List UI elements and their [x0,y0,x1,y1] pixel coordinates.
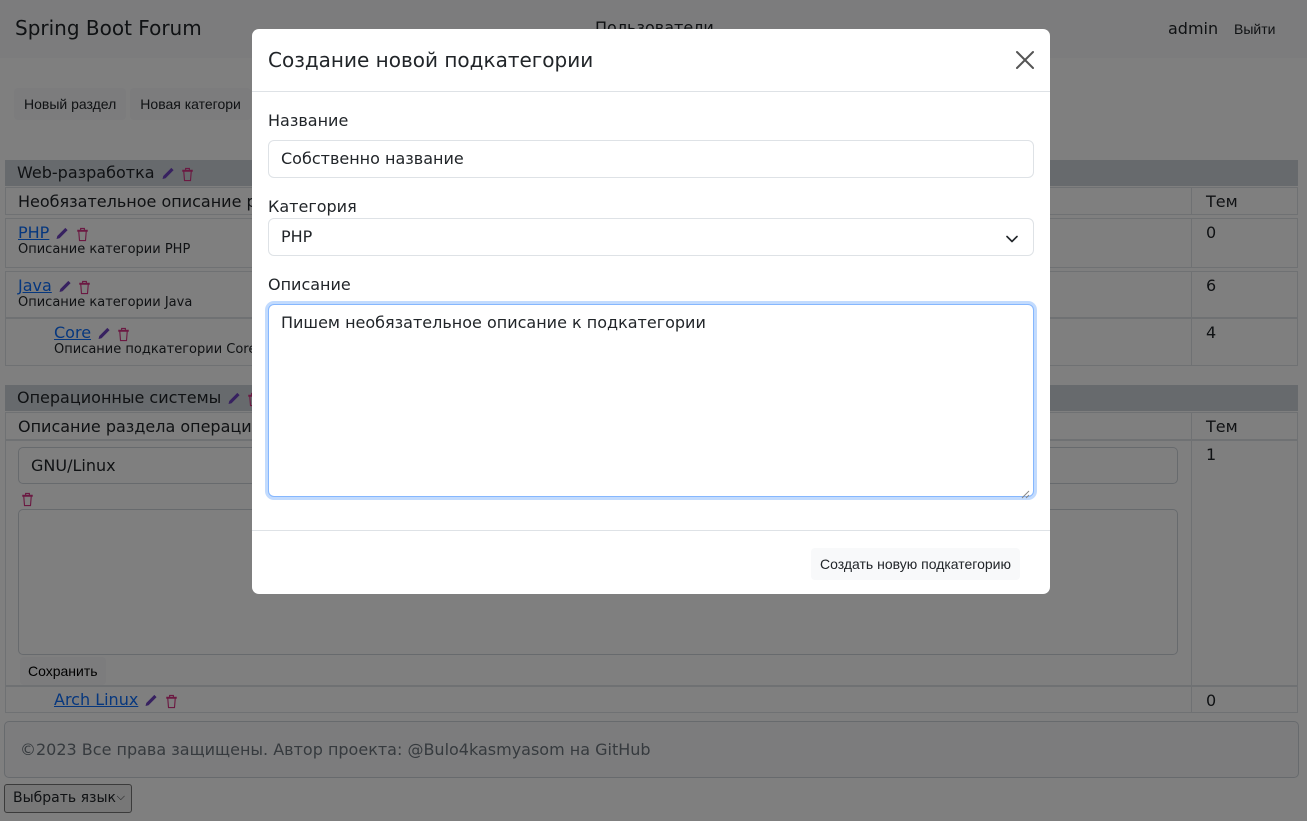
modal-title: Создание новой подкатегории [268,48,594,72]
category-label: Категория [268,197,357,216]
description-textarea[interactable]: Пишем необязательное описание к подкатег… [268,304,1034,499]
resize-grip-icon[interactable] [1021,484,1030,499]
category-select[interactable]: PHP [268,218,1034,256]
chevron-down-icon [1005,231,1019,245]
create-subcategory-modal: Создание новой подкатегории Название Соб… [252,29,1050,594]
name-input[interactable]: Собственно название [268,140,1034,178]
category-select-value: PHP [281,227,313,246]
description-label: Описание [268,275,351,294]
create-subcategory-button[interactable]: Создать новую подкатегорию [811,548,1021,580]
description-value: Пишем необязательное описание к подкатег… [281,313,706,332]
close-icon[interactable] [1014,49,1036,71]
modal-footer: Создать новую подкатегорию [252,530,1050,594]
name-label: Название [268,111,349,130]
modal-header: Создание новой подкатегории [252,29,1050,92]
